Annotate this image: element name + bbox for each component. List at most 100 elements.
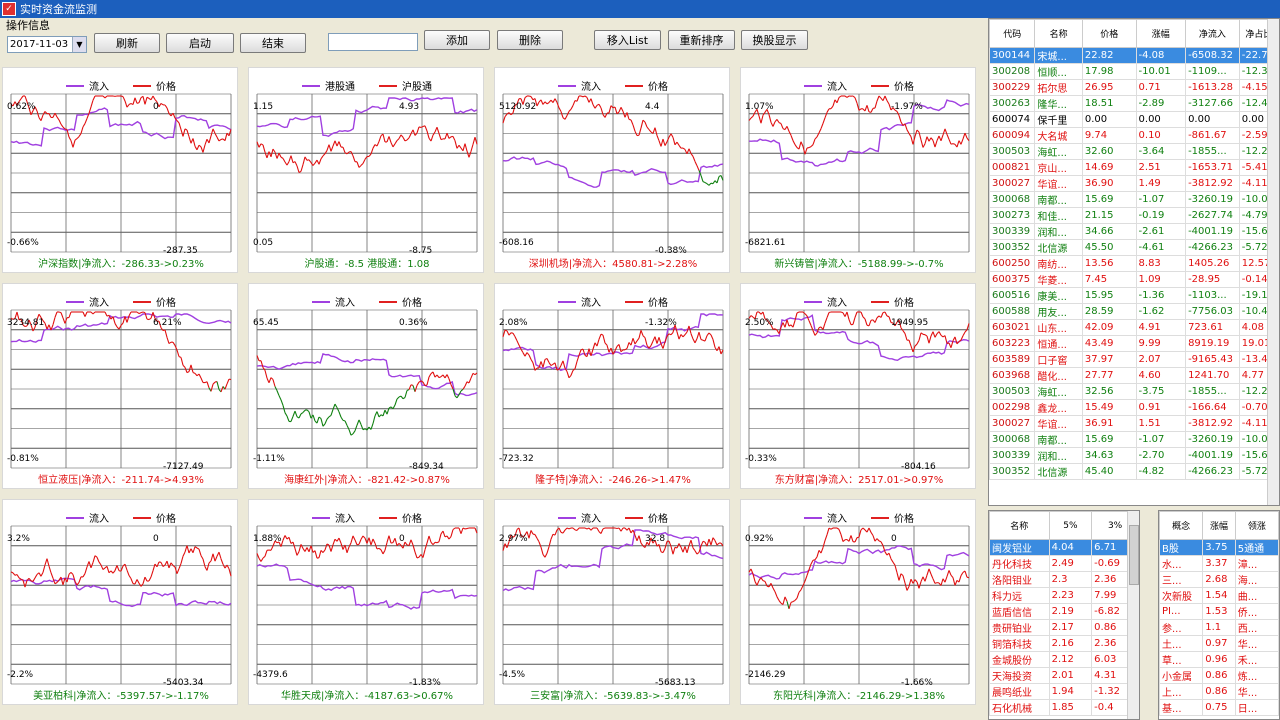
stock-row[interactable]: 603223 恒通... 43.49 9.99 8919.19 19.01 (989, 335, 1279, 352)
stock-row[interactable]: 300503 海虹... 32.60 -3.64 -1855... -12.20 (989, 143, 1279, 160)
start-button[interactable]: 启动 (166, 33, 234, 53)
stock-chart-panel[interactable]: 流入 价格 5120.92 4.4 -608.16 -0.38% 深圳机场|净流入：4580… (494, 67, 730, 273)
stock-row[interactable]: 300229 拓尔思 26.95 0.71 -1613.28 -4.15 (989, 79, 1279, 96)
stock-row[interactable]: 300027 华谊... 36.91 1.51 -3812.92 -4.11 (989, 415, 1279, 432)
concept-row[interactable]: 上... 0.86 华... (1159, 683, 1279, 700)
price-segment (126, 569, 130, 576)
stock-row[interactable]: 300144 宋城... 22.82 -4.08 -6508.32 -22.79 (989, 47, 1279, 64)
stock-header-3[interactable]: 涨幅 (1135, 19, 1187, 48)
stock-row[interactable]: 300068 南都... 15.69 -1.07 -3260.19 -10.09 (989, 431, 1279, 448)
stock-chart-panel[interactable]: 流入 价格 2.50% 1949.95 -0.33% -804.16 东方财富|净流入：25… (740, 283, 976, 489)
price-segment (934, 333, 938, 338)
sector-table-scrollbar[interactable] (1127, 511, 1139, 719)
sector-row[interactable]: 丹化科技 2.49 -0.69 (989, 555, 1139, 572)
stock-row[interactable]: 600375 华菱... 7.45 1.09 -28.95 -0.14 (989, 271, 1279, 288)
stock-row[interactable]: 300263 隆华... 18.51 -2.89 -3127.66 -12.44 (989, 95, 1279, 112)
stock-chart-panel[interactable]: 流入 价格 0.62% 0 -0.66% -287.35 沪深指数|净流入：-286.33-… (2, 67, 238, 273)
stock-table-scrollbar[interactable] (1267, 19, 1279, 505)
stock-row[interactable]: 000821 京山... 14.69 2.51 -1653.71 -5.41 (989, 159, 1279, 176)
price-segment (630, 338, 634, 346)
price-segment (152, 563, 156, 571)
stock-row[interactable]: 300273 和佳... 21.15 -0.19 -2627.74 -4.79 (989, 207, 1279, 224)
stock-row[interactable]: 600588 用友... 28.59 -1.62 -7756.03 -10.47 (989, 303, 1279, 320)
concept-row[interactable]: 次新股 1.54 曲... (1159, 587, 1279, 604)
stock-row[interactable]: 600074 保千里 0.00 0.00 0.00 0.00 (989, 111, 1279, 128)
sector-row[interactable]: 贵研铂业 2.17 0.86 (989, 619, 1139, 636)
sector-row[interactable]: 金城股份 2.12 6.03 (989, 651, 1139, 668)
stock-chart-panel[interactable]: 流入 价格 1.88% 0 -4379.6 -1.83% 华胜天成|净流入：-4187.63… (248, 499, 484, 705)
concept-header-0[interactable]: 概念 (1159, 511, 1204, 540)
sector-row[interactable]: 闽发铝业 4.04 6.71 (989, 539, 1139, 556)
concept-row[interactable]: B股 3.75 5通通 (1159, 539, 1279, 556)
stock-chart-panel[interactable]: 流入 价格 2.97% 32.8 -4.5% -5683.13 三安富|净流入：-5639.… (494, 499, 730, 705)
chart-caption: 海康红外|净流入：-821.42->0.87% (284, 475, 450, 486)
chart-caption: 沪股通：-8.5 港股通：1.08 (304, 259, 430, 270)
stock-row[interactable]: 300352 北信源 45.40 -4.82 -4266.23 -5.72 (989, 463, 1279, 480)
stock-header-1[interactable]: 名称 (1034, 19, 1083, 48)
stock-row[interactable]: 300339 润和... 34.66 -2.61 -4001.19 -15.64 (989, 223, 1279, 240)
price-segment (112, 570, 116, 574)
stock-row[interactable]: 603589 口子窖 37.97 2.07 -9165.43 -13.44 (989, 351, 1279, 368)
chevron-down-icon[interactable]: ▼ (72, 37, 86, 52)
stock-row[interactable]: 600516 康美... 15.95 -1.36 -1103... -19.14 (989, 287, 1279, 304)
sector-row[interactable]: 蓝盾信信 2.19 -6.82 (989, 603, 1139, 620)
stock-chart-panel[interactable]: 流入 价格 65.45 0.36% -1.11% -849.34 海康红外|净流入：-821… (248, 283, 484, 489)
stock-chart-panel[interactable]: 流入 价格 2.08% -1.32% -723.32 隆子特|净流入：-246.26->1… (494, 283, 730, 489)
concept-header-1[interactable]: 涨幅 (1202, 511, 1236, 540)
concept-row[interactable]: 水... 3.37 漳... (1159, 555, 1279, 572)
sector-row[interactable]: 天海投资 2.01 4.31 (989, 667, 1139, 684)
sector-row[interactable]: 铜箔科技 2.16 2.36 (989, 635, 1139, 652)
chart-value-label: 4.93 (399, 102, 420, 112)
stock-chart-panel[interactable]: 流入 价格 0.92% 0 -2146.29 -1.66% 东阳光科|净流入：-2146.2… (740, 499, 976, 705)
concept-row[interactable]: 小金属 0.86 炼... (1159, 667, 1279, 684)
code-input[interactable] (328, 33, 418, 51)
stock-row[interactable]: 300068 南都... 15.69 -1.07 -3260.19 -10.09 (989, 191, 1279, 208)
sector-row[interactable]: 科力远 2.23 7.99 (989, 587, 1139, 604)
stock-row[interactable]: 300208 恒顺... 17.98 -10.01 -1109... -12.33 (989, 63, 1279, 80)
concept-row[interactable]: 参... 1.1 西... (1159, 619, 1279, 636)
stock-chart-panel[interactable]: 流入 价格 3234.81 6.21% -0.81% -7127.49 恒立液压|净流入：-… (2, 283, 238, 489)
add-button[interactable]: 添加 (424, 30, 490, 50)
refresh-button[interactable]: 刷新 (94, 33, 160, 53)
sector-row[interactable]: 晨鸣纸业 1.94 -1.32 (989, 683, 1139, 700)
concept-row[interactable]: 基... 0.75 日... (1159, 699, 1279, 716)
stock-row[interactable]: 002298 鑫龙... 15.49 0.91 -166.64 -0.70 (989, 399, 1279, 416)
sector-cell-a: 2.23 (1048, 587, 1093, 604)
stock-cell-z: 9.99 (1135, 335, 1187, 352)
sector-row[interactable]: 石化机械 1.85 -0.4 (989, 699, 1139, 716)
price-segment (524, 352, 528, 357)
delete-button[interactable]: 删除 (497, 30, 563, 50)
concept-table[interactable]: 概念 涨幅 领涨 B股 3.75 5通通 水... 3.37 漳... 三... 2.68 海...… (1158, 510, 1280, 720)
price-segment (696, 165, 700, 171)
date-picker[interactable]: 2017-11-03 ▼ (7, 36, 87, 53)
concept-header-2[interactable]: 领涨 (1234, 511, 1279, 540)
stock-row[interactable]: 603021 山东... 42.09 4.91 723.61 4.08 (989, 319, 1279, 336)
stock-chart-panel[interactable]: 港股通 沪股通 1.15 4.93 0.05 -8.75 沪股通：-8.5 港股通：1.08 (248, 67, 484, 273)
stock-row[interactable]: 300503 海虹... 32.56 -3.75 -1855... -12.20 (989, 383, 1279, 400)
stock-table[interactable]: 代码 名称 价格 涨幅 净流入 净占比 300144 宋城... 22.82 -4.08 -650… (988, 18, 1280, 506)
stock-row[interactable]: 600094 大名城 9.74 0.10 -861.67 -2.59 (989, 127, 1279, 144)
stock-row[interactable]: 300027 华谊... 36.90 1.49 -3812.92 -4.11 (989, 175, 1279, 192)
stock-row[interactable]: 300339 润和... 34.63 -2.70 -4001.19 -15.64 (989, 447, 1279, 464)
sector-row[interactable]: 洛阳钼业 2.3 2.36 (989, 571, 1139, 588)
sector-header-0[interactable]: 名称 (989, 511, 1050, 540)
resort-button[interactable]: 重新排序 (668, 30, 735, 50)
sector-table[interactable]: 名称 5% 3% 闽发铝业 4.04 6.71 丹化科技 2.49 -0.69 洛阳钼业 2.3 2… (988, 510, 1140, 720)
stock-header-2[interactable]: 价格 (1081, 19, 1137, 48)
switch-stock-button[interactable]: 换股显示 (741, 30, 808, 50)
concept-row[interactable]: PI... 1.53 侨... (1159, 603, 1279, 620)
concept-row[interactable]: 草... 0.96 禾... (1159, 651, 1279, 668)
stock-header-4[interactable]: 净流入 (1185, 19, 1240, 48)
stock-row[interactable]: 300352 北信源 45.50 -4.61 -4266.23 -5.72 (989, 239, 1279, 256)
concept-row[interactable]: 三... 2.68 海... (1159, 571, 1279, 588)
price-segment (432, 541, 436, 546)
stop-button[interactable]: 结束 (240, 33, 306, 53)
stock-chart-panel[interactable]: 流入 价格 1.07% -1.97% -6821.61 新兴铸管|净流入：-5188.99… (740, 67, 976, 273)
stock-header-0[interactable]: 代码 (989, 19, 1036, 48)
stock-row[interactable]: 603968 醋化... 27.77 4.60 1241.70 4.77 (989, 367, 1279, 384)
concept-row[interactable]: 土... 0.97 华... (1159, 635, 1279, 652)
stock-row[interactable]: 600250 南纺... 13.56 8.83 1405.26 12.57 (989, 255, 1279, 272)
sector-header-1[interactable]: 5% (1048, 511, 1093, 540)
move-to-list-button[interactable]: 移入List (594, 30, 661, 50)
stock-chart-panel[interactable]: 流入 价格 3.2% 0 -2.2% -5403.34 美亚柏科|净流入：-5397.57-… (2, 499, 238, 705)
